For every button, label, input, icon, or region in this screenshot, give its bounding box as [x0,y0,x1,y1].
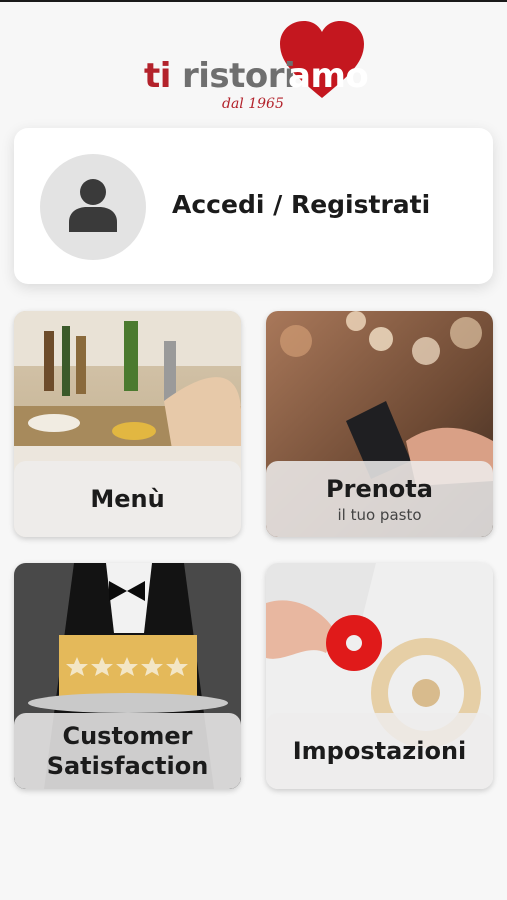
tile-impostazioni-label: Impostazioni [292,737,467,765]
tile-menu-label-box: Menù [14,461,241,537]
logo-since: dal 1965 [222,96,284,112]
user-icon [69,179,117,232]
tile-menu[interactable]: Menù [14,311,241,537]
login-label: Accedi / Registrati [172,190,431,219]
tile-impostazioni[interactable]: Impostazioni [266,563,493,789]
tile-customer-label-box: Customer Satisfaction [14,713,241,789]
red-gear-icon [326,615,382,671]
brand-logo: ti ristori amo dal 1965 [140,18,370,112]
login-card[interactable]: Accedi / Registrati [14,128,493,284]
logo-text-ti: ti [144,56,171,96]
tile-impostazioni-label-box: Impostazioni [266,713,493,789]
tile-customer-satisfaction[interactable]: Customer Satisfaction [14,563,241,789]
tile-menu-label: Menù [90,485,165,513]
tile-customer-label: Customer Satisfaction [46,722,209,780]
logo-text-ristori: ristori [182,56,296,96]
status-bar-edge [0,0,507,2]
logo-text-amo: amo [288,56,369,96]
tile-prenota[interactable]: Prenota il tuo pasto [266,311,493,537]
avatar [40,154,146,260]
tile-prenota-label: Prenota [326,475,433,503]
tile-prenota-sublabel: il tuo pasto [337,506,422,524]
tile-prenota-label-box: Prenota il tuo pasto [266,461,493,537]
